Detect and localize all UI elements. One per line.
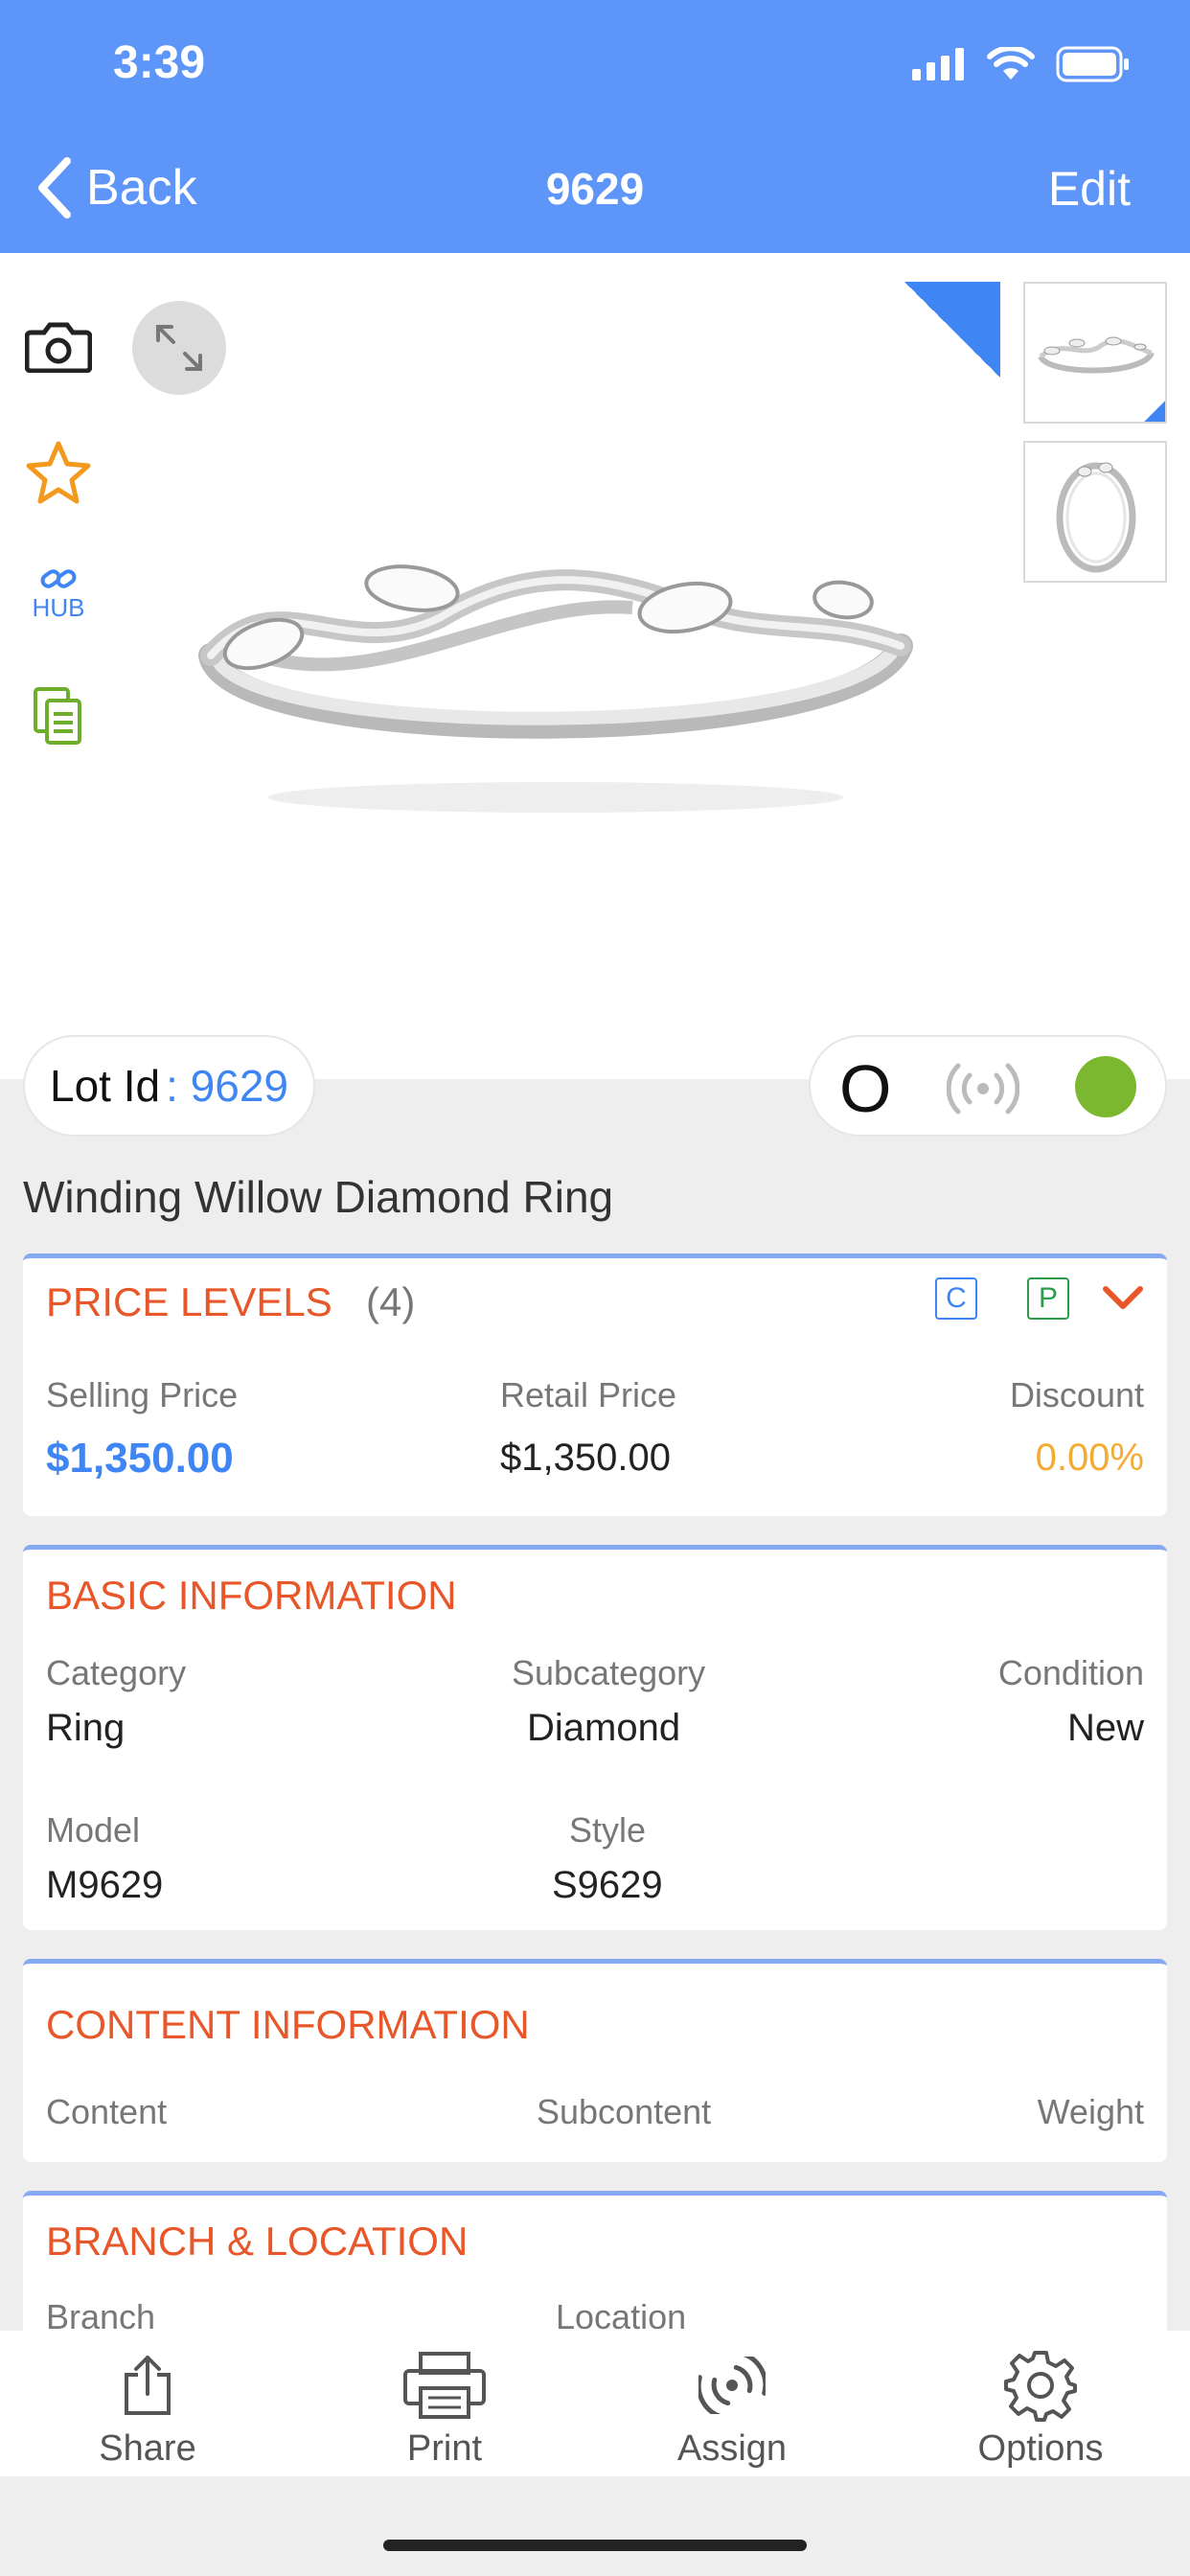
tab-share[interactable]: Share <box>52 2342 243 2470</box>
gear-icon <box>1004 2351 1077 2422</box>
printer-icon <box>403 2352 486 2419</box>
ring-image <box>198 564 913 813</box>
cellular-signal-icon <box>912 48 964 80</box>
style-value: S9629 <box>552 1864 663 1906</box>
thumbnail-ring-side-image <box>1056 462 1136 573</box>
expand-image-button[interactable] <box>132 301 226 395</box>
tab-options-label: Options <box>977 2428 1104 2469</box>
content-label: Content <box>46 2092 168 2131</box>
product-name: Winding Willow Diamond Ring <box>23 1172 614 1222</box>
copy-document-icon <box>34 687 81 745</box>
price-levels-count: (4) <box>366 1279 416 1324</box>
discount-label: Discount <box>1009 1375 1144 1414</box>
app-header: 3:39 Back 9629 Edit <box>0 0 1190 253</box>
branch-location-card: BRANCH & LOCATION Branch Location <box>23 2191 1167 2344</box>
style-label: Style <box>569 1810 647 1850</box>
camera-icon <box>25 322 92 373</box>
selling-price-value: $1,350.00 <box>46 1435 234 1482</box>
hub-label: HUB <box>32 592 85 622</box>
price-levels-title: PRICE LEVELS <box>46 1279 332 1324</box>
retail-price-label: Retail Price <box>500 1375 677 1414</box>
status-time: 3:39 <box>113 37 206 88</box>
lot-id-label: Lot Id <box>50 1061 161 1111</box>
badge-c[interactable]: C <box>935 1277 977 1320</box>
bottom-tab-bar: Share Print Assign Options <box>0 2331 1190 2476</box>
tab-print-label: Print <box>406 2428 483 2469</box>
link-icon <box>40 568 77 588</box>
tab-print[interactable]: Print <box>349 2342 540 2470</box>
favorite-button[interactable] <box>23 437 94 508</box>
subcategory-value: Diamond <box>527 1707 681 1749</box>
price-levels-card[interactable]: PRICE LEVELS (4) C P Selling Price $1,35… <box>23 1254 1167 1516</box>
subcontent-label: Subcontent <box>537 2092 712 2131</box>
category-value: Ring <box>46 1707 126 1749</box>
condition-label: Condition <box>997 1653 1144 1692</box>
tab-share-label: Share <box>99 2428 196 2469</box>
selected-thumbnail-marker <box>1144 401 1165 422</box>
status-pill: O <box>809 1035 1167 1137</box>
edit-button[interactable]: Edit <box>1048 161 1131 217</box>
rfid-assign-icon <box>698 2357 766 2414</box>
hub-button[interactable]: HUB <box>23 558 94 629</box>
wifi-icon <box>987 47 1035 80</box>
branch-location-title: BRANCH & LOCATION <box>46 2219 469 2264</box>
product-image-area: HUB <box>0 253 1190 1079</box>
lot-id-pill: Lot Id : 9629 <box>23 1035 315 1137</box>
basic-information-title: BASIC INFORMATION <box>46 1573 457 1618</box>
tab-options[interactable]: Options <box>945 2342 1136 2470</box>
battery-icon <box>1056 46 1129 82</box>
discount-value: 0.00% <box>1035 1437 1144 1479</box>
share-icon <box>125 2356 171 2415</box>
tab-assign[interactable]: Assign <box>636 2342 828 2470</box>
tab-assign-label: Assign <box>676 2428 788 2469</box>
model-value: M9629 <box>46 1864 164 1906</box>
model-label: Model <box>46 1810 141 1850</box>
primary-image-marker <box>904 282 1000 378</box>
selling-price-label: Selling Price <box>46 1375 239 1414</box>
page-title: 9629 <box>545 164 645 214</box>
rfid-signal-icon <box>947 1063 1019 1115</box>
copy-button[interactable] <box>23 680 94 751</box>
chevron-down-icon[interactable] <box>1102 1283 1144 1312</box>
condition-value: New <box>1066 1707 1144 1749</box>
badge-p[interactable]: P <box>1027 1277 1069 1320</box>
thumbnail-side[interactable] <box>1023 441 1167 583</box>
expand-arrows-icon <box>156 325 202 371</box>
camera-button[interactable] <box>23 310 94 381</box>
star-icon <box>26 441 91 504</box>
category-label: Category <box>46 1653 187 1692</box>
subcategory-label: Subcategory <box>512 1653 706 1692</box>
weight-label: Weight <box>1037 2092 1144 2131</box>
content-information-title: CONTENT INFORMATION <box>46 2002 530 2047</box>
status-letter: O <box>839 1051 892 1126</box>
home-indicator[interactable] <box>383 2540 807 2551</box>
content-information-card: CONTENT INFORMATION Content Subcontent W… <box>23 1959 1167 2162</box>
retail-price-value: $1,350.00 <box>500 1437 671 1479</box>
status-icons <box>912 46 1131 82</box>
lot-id-value: : 9629 <box>166 1061 288 1111</box>
basic-information-card: BASIC INFORMATION Category Ring Subcateg… <box>23 1545 1167 1930</box>
status-green-indicator <box>1075 1056 1136 1117</box>
thumbnail-front[interactable] <box>1023 282 1167 424</box>
